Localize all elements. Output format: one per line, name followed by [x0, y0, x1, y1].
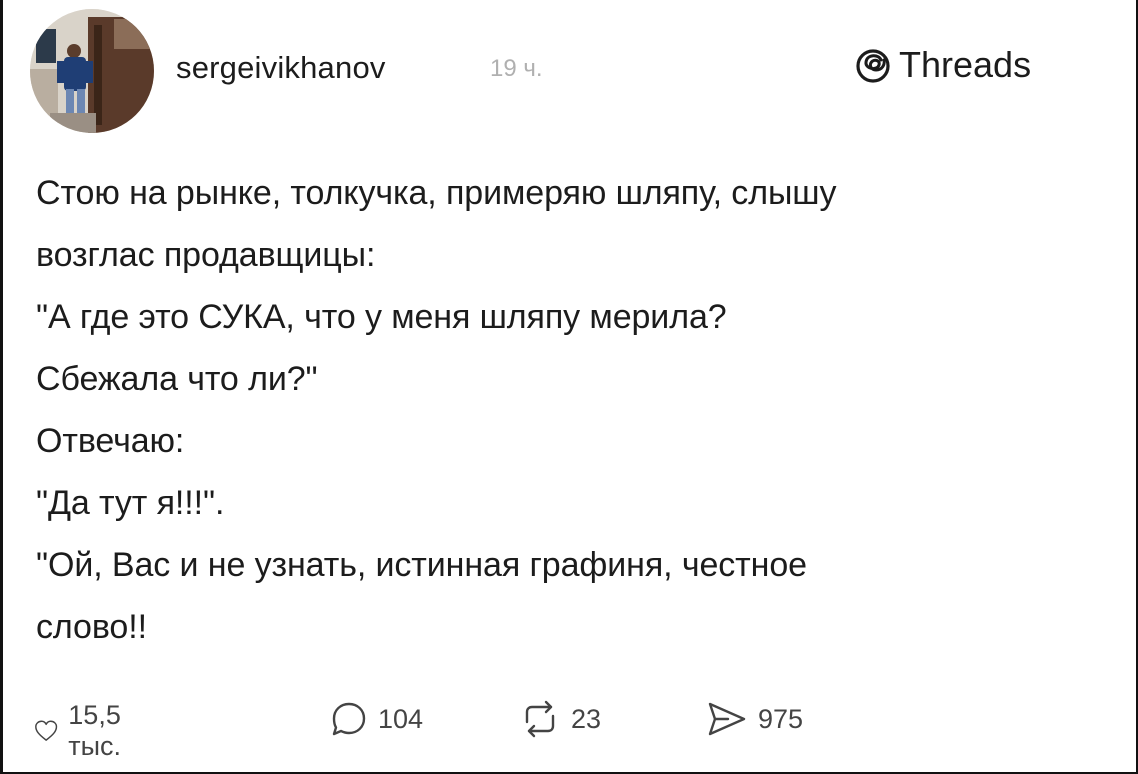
- threads-brand: Threads: [855, 44, 1031, 86]
- repost-icon: [525, 700, 555, 738]
- reply-count: 104: [378, 703, 424, 734]
- reply-button[interactable]: 104: [330, 700, 423, 738]
- share-icon: [708, 702, 746, 736]
- share-button[interactable]: 975: [706, 700, 803, 738]
- post-text-line: слово!!: [36, 608, 147, 646]
- post-text-line: Отвечаю:: [36, 422, 185, 460]
- post-text-line: возглас продавщицы:: [36, 236, 376, 274]
- author-username[interactable]: sergeivikhanov: [176, 50, 386, 86]
- heart-icon: [35, 720, 58, 741]
- post-text-line: "Ой, Вас и не узнать, истинная графиня, …: [36, 546, 807, 584]
- threads-logo-icon: [856, 49, 890, 83]
- repost-button[interactable]: 23: [519, 700, 601, 738]
- screenshot-border-left: [0, 0, 3, 774]
- post-text-line: "Да тут я!!!".: [36, 484, 225, 522]
- post-text-line: Сбежала что ли?": [36, 360, 318, 398]
- post-text: Стою на рынке, толкучка, примеряю шляпу,…: [36, 162, 1096, 658]
- like-button[interactable]: 15,5 тыс.: [34, 700, 137, 762]
- post-text-line: "А где это СУКА, что у меня шляпу мерила…: [36, 298, 727, 336]
- comment-icon: [332, 702, 366, 736]
- post-timestamp: 19 ч.: [490, 55, 543, 82]
- like-count: 15,5 тыс.: [68, 700, 122, 761]
- repost-count: 23: [571, 703, 602, 734]
- share-count: 975: [758, 703, 804, 734]
- avatar[interactable]: [30, 9, 154, 133]
- avatar-photo: [30, 9, 154, 133]
- post-text-line: Стою на рынке, толкучка, примеряю шляпу,…: [36, 174, 837, 212]
- threads-brand-label: Threads: [899, 44, 1032, 85]
